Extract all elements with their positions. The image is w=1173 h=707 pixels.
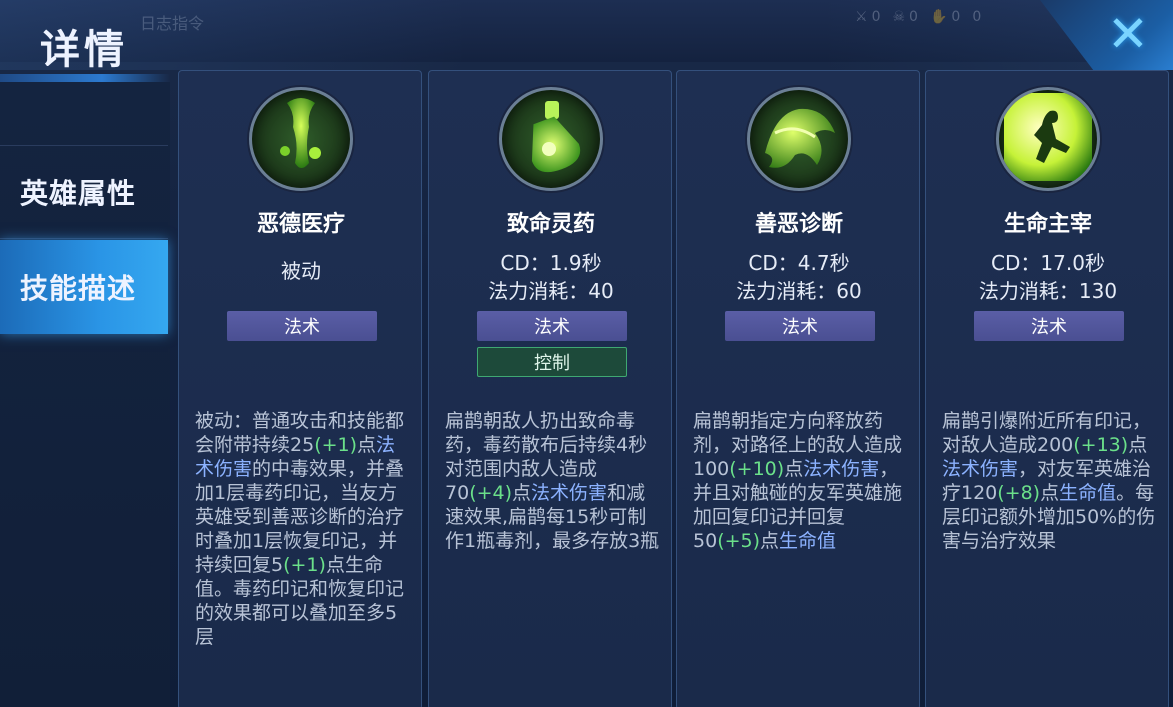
page-title: 详情 [40,27,128,73]
description-text: 点 [784,458,804,480]
growth-value: (+4) [469,482,513,504]
growth-value: (+8) [997,482,1041,504]
growth-value: (+1) [283,554,326,576]
sidebar-item-label: 技能描述 [20,272,137,305]
skill-name: 恶德医疗 [256,212,345,237]
description-text: 点 [357,434,377,456]
close-button[interactable]: ✕ [1104,5,1152,63]
skill-cooldown: CD：1.9秒 [500,251,602,275]
tag-magic: 法术 [227,311,377,341]
burst-figure-icon [1004,93,1092,185]
growth-value: (+5) [717,530,761,552]
death-stat: ☠ 0 [892,9,918,25]
close-icon: ✕ [1107,5,1149,63]
skill-type-line: 被动 [281,259,321,283]
poison-drip-icon [257,93,345,185]
skill-card-4: 生命主宰 CD：17.0秒 法力消耗：130 法术 扁鹊引爆附近所有印记，对敌人… [925,70,1169,707]
sword-icon: ⚔ [855,9,868,25]
keyword-highlight: 法术伤害 [803,458,880,480]
skill-description: 被动：普通攻击和技能都会附带持续25(+1)点法术伤害的中毒效果，并叠加1层毒药… [195,409,411,675]
skill-mana-cost: 法力消耗：130 [978,279,1118,303]
skill-mana-cost: 法力消耗：60 [736,279,862,303]
skill-icon-frame[interactable] [747,87,851,191]
skill-description: 扁鹊引爆附近所有印记，对敌人造成200(+13)点法术伤害，对友军英雄治疗120… [942,409,1158,675]
keyword-highlight: 生命值 [1059,482,1117,504]
keyword-highlight: 法术伤害 [531,482,608,504]
keyword-highlight: 生命值 [779,530,837,552]
tag-control: 控制 [477,347,627,377]
skill-name: 致命灵药 [506,212,595,237]
description-text: 点 [512,482,532,504]
skill-card-3: 善恶诊断 CD：4.7秒 法力消耗：60 法术 扁鹊朝指定方向释放药剂，对路径上… [676,70,920,707]
tag-magic: 法术 [477,311,627,341]
kda-stats: ⚔ 0 ☠ 0 ✋ 0 0 [855,6,1025,28]
skill-mana-cost: 法力消耗：40 [488,279,614,303]
assist-stat: ✋ 0 [929,9,961,25]
description-text: 点 [760,530,780,552]
keyword-highlight: 法术伤害 [942,458,1019,480]
skill-card-1: 恶德医疗 被动 法术 被动：普通攻击和技能都会附带持续25(+1)点法术伤害的中… [178,70,422,707]
tag-magic: 法术 [974,311,1124,341]
sidebar-item-label: 英雄属性 [20,177,137,210]
skill-icon-frame[interactable] [249,87,353,191]
description-text: 点 [1040,482,1060,504]
toxic-splash-icon [755,93,843,185]
sidebar-item-skill-description[interactable]: 技能描述 [0,240,168,334]
skill-cooldown: CD：17.0秒 [991,251,1105,275]
sidebar-item-hero-attributes[interactable]: 英雄属性 [0,145,168,239]
description-text: 点 [1128,434,1148,456]
skill-description: 扁鹊朝敌人扔出致命毒药，毒药散布后持续4秒对范围内敌人造成70(+4)点法术伤害… [445,409,661,675]
skill-cooldown: CD：4.7秒 [748,251,850,275]
skill-name: 生命主宰 [1003,212,1092,237]
extra-stat: 0 [972,9,982,25]
skill-icon-frame[interactable] [996,87,1100,191]
kill-stat: ⚔ 0 [855,9,881,25]
growth-value: (+1) [314,434,358,456]
tag-magic: 法术 [725,311,875,341]
growth-value: (+10) [729,458,785,480]
skill-icon-frame[interactable] [499,87,603,191]
potion-flask-icon [507,93,595,185]
growth-value: (+13) [1073,434,1129,456]
skill-card-2: 致命灵药 CD：1.9秒 法力消耗：40 法术 控制 扁鹊朝敌人扔出致命毒药，毒… [428,70,672,707]
skill-description: 扁鹊朝指定方向释放药剂，对路径上的敌人造成100(+10)点法术伤害，并且对触碰… [693,409,909,675]
title-accent-bar [0,74,170,82]
skill-name: 善恶诊断 [754,212,843,237]
hand-icon: ✋ [929,9,948,25]
skull-icon: ☠ [892,9,906,25]
